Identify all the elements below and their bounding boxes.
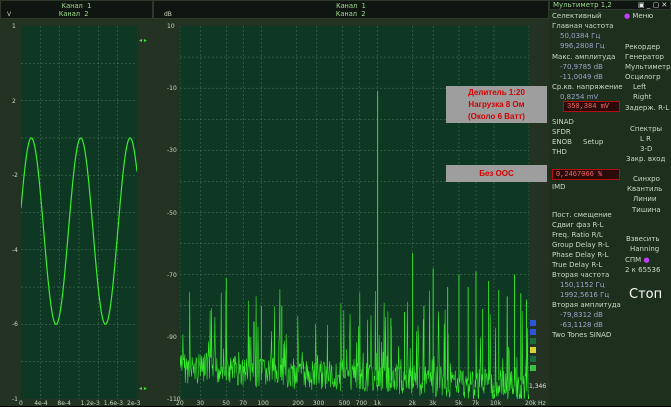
scope-y-tick: -4: [12, 246, 18, 254]
window-controls-icon[interactable]: ▣ _ ▢ ✕: [638, 1, 667, 10]
multimeter-title: Мультиметр 1,2: [553, 1, 612, 9]
spectrum-y-tick: -90: [167, 333, 177, 341]
second-freq-right: 1992,5616 Гц: [560, 291, 610, 299]
scope-marker-icon-bottom[interactable]: ◂ ▸: [139, 385, 147, 392]
scope-channel2-label: Канал 2: [59, 10, 89, 18]
spm-label: СПМ: [625, 256, 642, 264]
sfdr-label: SFDR: [552, 128, 571, 136]
annotation-divider-load: Делитель 1:20 Нагрузка 8 Ом (Около 6 Ват…: [446, 86, 547, 123]
main-freq-left: 50,0384 Гц: [560, 32, 601, 40]
second-freq-label: Вторая частота: [552, 271, 610, 279]
spectrum-unit-label: dB: [164, 11, 172, 18]
freq-ratio-label: Freq. Ratio R/L: [552, 231, 603, 239]
annotation-no-feedback-text: Без ООС: [479, 169, 514, 178]
spectrum-channel2-bar: dB Канал 2: [153, 9, 549, 19]
main-freq-right: 996,2808 Гц: [560, 42, 605, 50]
spectrum-y-tick: -50: [167, 209, 177, 217]
phase-shift-label: Сдвиг фаз R-L: [552, 221, 604, 229]
second-amp-label: Вторая амплитуда: [552, 301, 621, 309]
menu-button[interactable]: ● Меню: [624, 11, 653, 21]
quantile-button[interactable]: Квантиль: [627, 184, 662, 194]
spectrum-trace: [179, 26, 530, 402]
imd-label: IMD: [552, 183, 566, 191]
multimeter-title-bar: Мультиметр 1,2 ▣ _ ▢ ✕: [549, 0, 671, 10]
three-d-button[interactable]: 3-D: [640, 144, 652, 154]
spectrum-y-tick: 10: [167, 23, 175, 30]
annotation-line-1: Делитель 1:20: [468, 88, 525, 97]
second-freq-left: 150,1152 Гц: [560, 281, 605, 289]
selective-toggle[interactable]: Селективный: [552, 11, 602, 21]
level-indicator-green: [530, 365, 536, 371]
level-indicator-dark-2: [530, 356, 536, 362]
weighting-button[interactable]: Взвесить: [626, 234, 660, 244]
level-indicator-blue: [530, 320, 536, 326]
max-amp-right: -11,0049 dB: [560, 73, 603, 81]
phase-delay-label: Phase Delay R-L: [552, 251, 609, 259]
menu-radio-icon: ●: [624, 12, 631, 20]
oscilloscope-plot[interactable]: [20, 26, 138, 399]
noise-button[interactable]: Тишина: [632, 205, 661, 215]
group-delay-label: Group Delay R-L: [552, 241, 609, 249]
sinad-label: SINAD: [552, 118, 574, 126]
level-indicator-blue-2: [530, 329, 536, 335]
scope-y-tick: -6: [12, 321, 18, 329]
close-input-button[interactable]: Закр. вход: [626, 154, 665, 164]
enob-label: ENOB: [552, 138, 572, 146]
rms-voltage-right-display: 350,384 mV: [563, 101, 620, 112]
sync-button[interactable]: Синхро: [633, 174, 660, 184]
oscilloscope-panel: V Канал 2 1 2 -2 -4 -6 -1 0 4e-4 8e-4 1.2e-3 1.6e…: [0, 9, 153, 407]
spectrum-y-tick: -70: [167, 271, 177, 279]
level-indicator-yellow: [530, 347, 536, 353]
recorder-button[interactable]: Рекордер: [625, 42, 660, 52]
level-indicator-dark: [530, 338, 536, 344]
dc-offset-label: Пост. смещение: [552, 211, 612, 219]
delay-button[interactable]: Задерж. R-L: [625, 103, 669, 113]
second-amp-left: -79,8312 dB: [560, 311, 603, 319]
stop-button[interactable]: Стоп: [629, 286, 662, 304]
scope-y-tick: 2: [12, 97, 16, 105]
max-amp-label: Макс. амплитуда: [552, 53, 616, 61]
menu-label: Меню: [632, 12, 654, 20]
hanning-button[interactable]: Hanning: [630, 244, 659, 254]
spm-radio-icon: ●: [643, 256, 650, 264]
max-amp-left: -70,9785 dB: [560, 63, 603, 71]
scope-y-tick: -2: [12, 172, 18, 180]
annotation-line-3: (Около 6 Ватт): [468, 112, 525, 121]
scope-marker-icon[interactable]: ◂ ▸: [139, 37, 147, 44]
spectrum-bottom-value: 1,346: [529, 383, 547, 390]
two-tones-label: Two Tones SINAD: [552, 331, 612, 339]
right-button[interactable]: Right: [633, 92, 651, 102]
generator-button[interactable]: Генератор: [625, 52, 664, 62]
multimeter-button[interactable]: Мультиметр: [625, 62, 671, 72]
scope-y-tick: -1: [12, 396, 18, 403]
spectrum-y-tick: -30: [167, 147, 177, 155]
thd-value-display: 0,2467066 %: [552, 169, 620, 180]
scope-unit-label: V: [7, 11, 12, 18]
setup-button[interactable]: Setup: [583, 137, 603, 147]
lr-button[interactable]: L R: [640, 134, 651, 144]
rms-voltage-label: Ср.кв. напряжение: [552, 83, 623, 91]
thd-label: THD: [552, 148, 567, 156]
left-button[interactable]: Left: [633, 82, 646, 92]
annotation-no-feedback: Без ООС: [446, 165, 547, 182]
scope-y-tick: 1: [12, 23, 16, 30]
main-freq-label: Главная частота: [552, 22, 614, 30]
lines-button[interactable]: Линии: [633, 194, 657, 204]
spectra-heading: Спектры: [630, 125, 663, 133]
spectrum-plot[interactable]: [179, 26, 530, 402]
oscillograph-button[interactable]: Осцилогр: [625, 72, 661, 82]
spectrum-y-tick: -10: [167, 85, 177, 93]
true-delay-label: True Delay R-L: [552, 261, 603, 269]
annotation-line-2: Нагрузка 8 Ом: [468, 100, 525, 109]
spm-button[interactable]: СПМ ●: [625, 255, 650, 265]
spectrum-channel2-label: Канал 2: [336, 10, 366, 18]
spectrum-panel: dB Канал 2 10 -10 -30 -50 -70 -90 -110 20 30 50 7…: [153, 9, 549, 407]
level-indicator-squares: [530, 320, 536, 371]
scope-channel2-bar: V Канал 2: [0, 9, 153, 19]
samples-label: 2 к 65536: [625, 266, 661, 274]
oscilloscope-trace: [20, 26, 138, 399]
second-amp-right: -63,1128 dB: [560, 321, 603, 329]
